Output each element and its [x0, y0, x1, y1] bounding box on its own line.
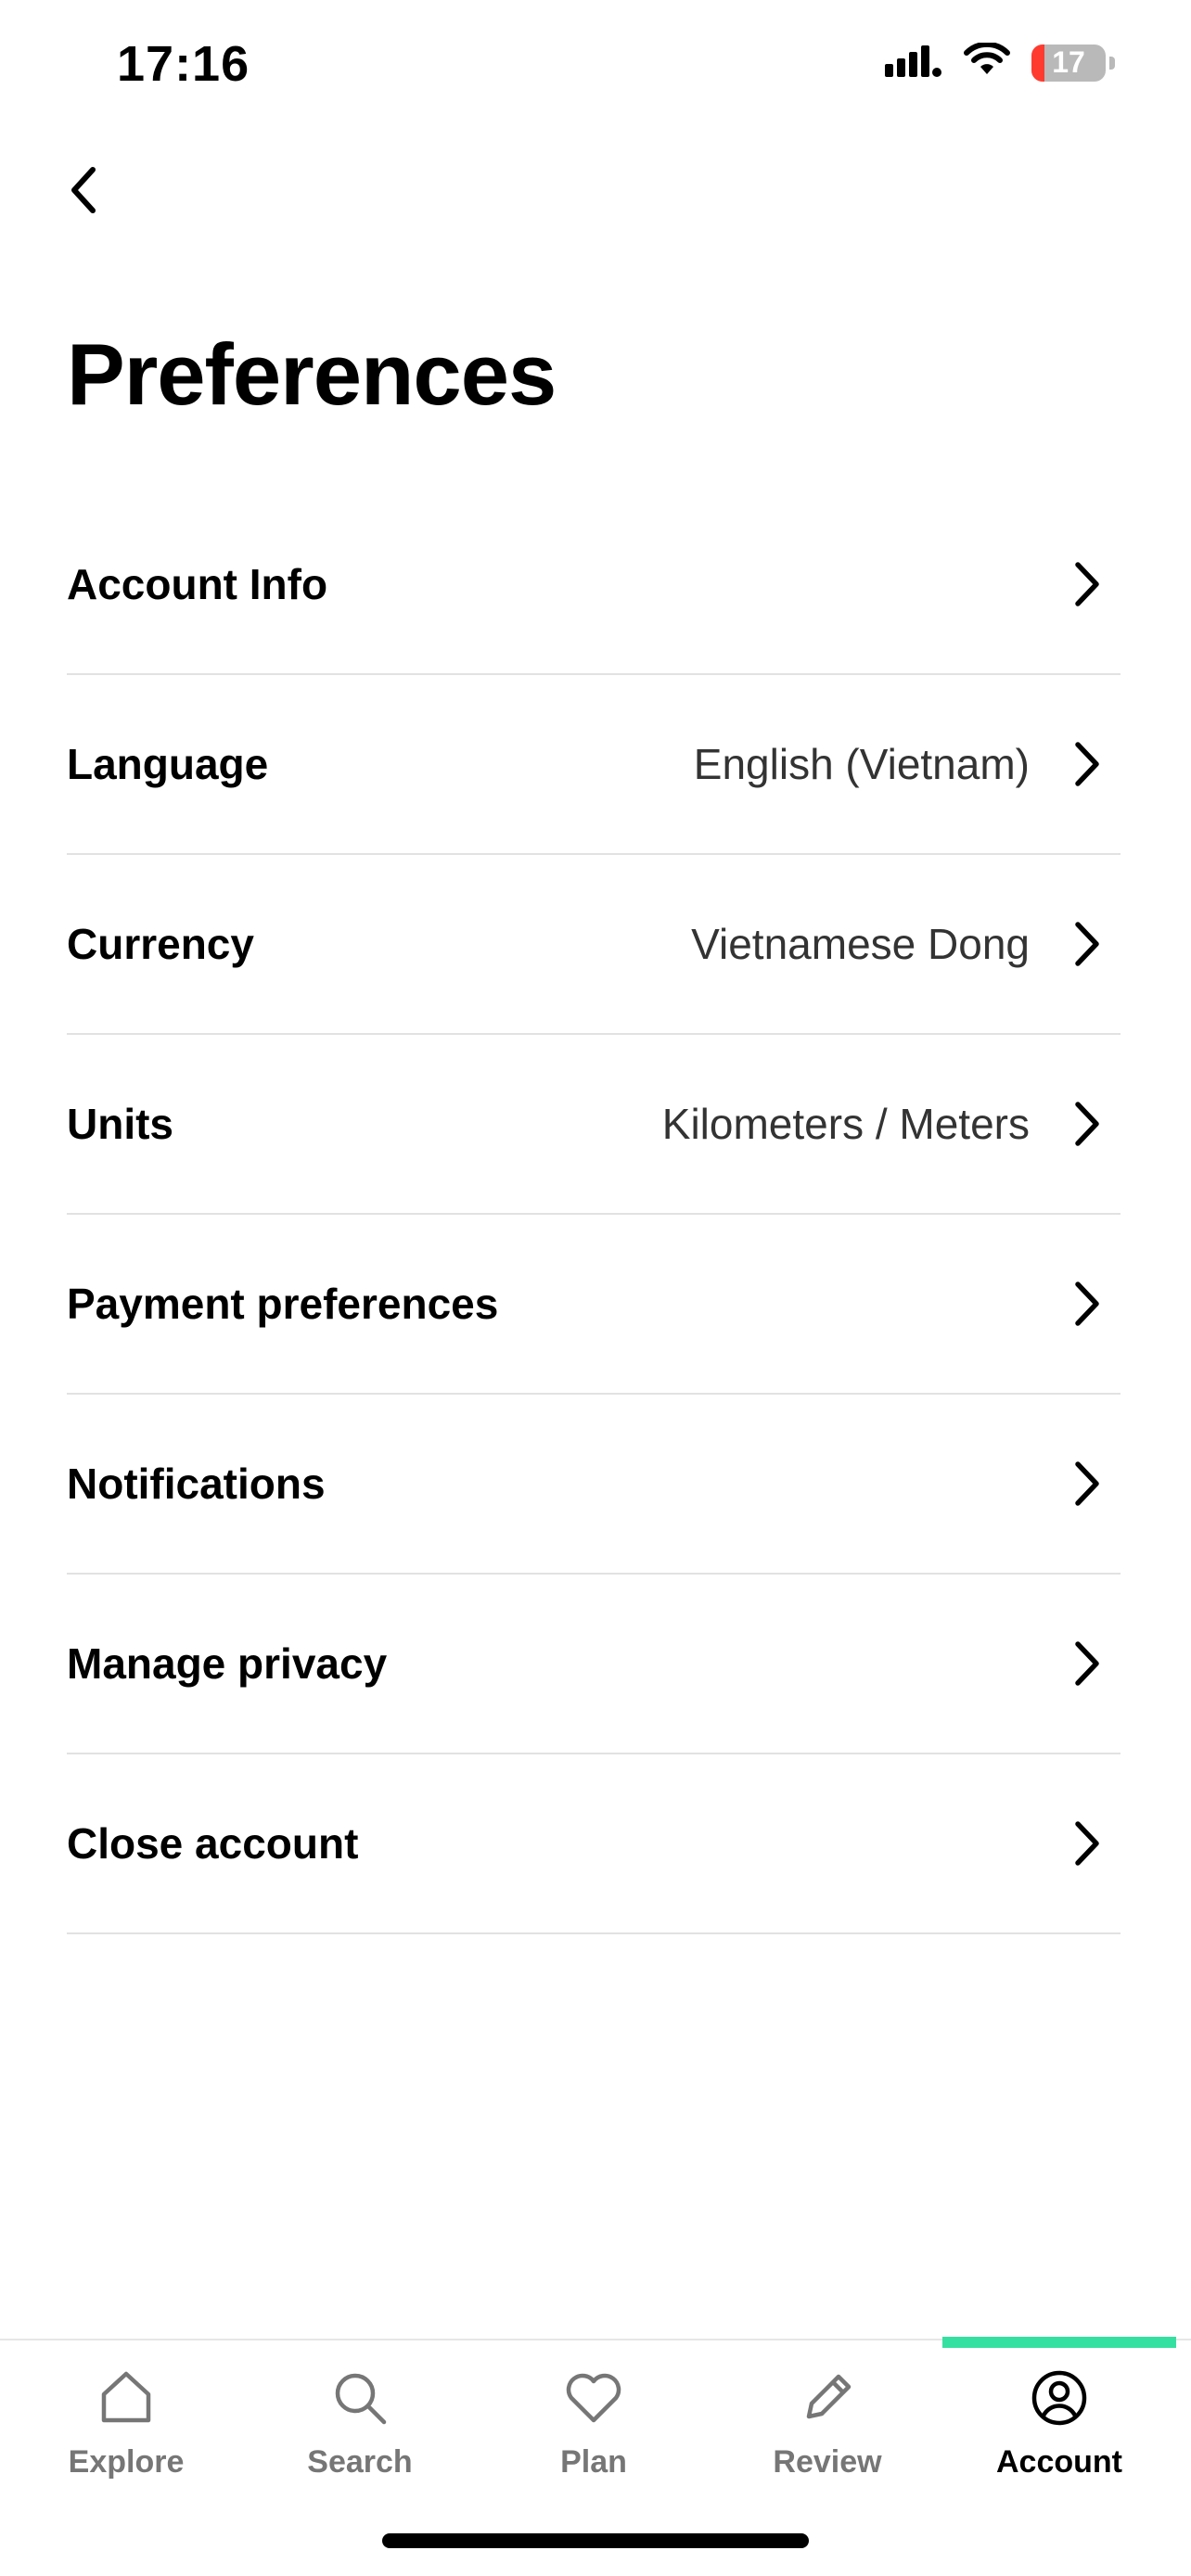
settings-row-account-info[interactable]: Account Info — [67, 495, 1121, 675]
home-indicator — [382, 2533, 809, 2548]
chevron-right-icon — [1069, 1458, 1106, 1510]
tab-label: Explore — [68, 2444, 185, 2480]
tab-explore[interactable]: Explore — [9, 2365, 243, 2504]
chevron-right-icon — [1069, 1098, 1106, 1150]
chevron-right-icon — [1069, 1278, 1106, 1330]
chevron-right-icon — [1069, 918, 1106, 970]
heart-icon — [560, 2365, 627, 2431]
tab-review[interactable]: Review — [711, 2365, 944, 2504]
status-icons: 17 — [885, 41, 1115, 83]
tab-search[interactable]: Search — [243, 2365, 477, 2504]
settings-row-label: Account Info — [67, 560, 328, 608]
pencil-icon — [794, 2365, 861, 2431]
settings-row-label: Units — [67, 1100, 173, 1148]
settings-row-label: Close account — [67, 1819, 359, 1868]
settings-row-label: Manage privacy — [67, 1639, 388, 1688]
battery-icon: 17 — [1031, 44, 1106, 82]
chevron-right-icon — [1069, 1817, 1106, 1869]
wifi-icon — [963, 41, 1011, 83]
chevron-right-icon — [1069, 738, 1106, 790]
settings-row-value: Kilometers / Meters — [661, 1100, 1030, 1148]
settings-row-language[interactable]: Language English (Vietnam) — [67, 675, 1121, 855]
cellular-signal-icon — [885, 44, 942, 82]
settings-row-label: Language — [67, 740, 269, 788]
settings-row-value: Vietnamese Dong — [691, 920, 1030, 968]
home-icon — [93, 2365, 160, 2431]
status-time: 17:16 — [117, 36, 250, 92]
active-tab-indicator — [942, 2337, 1176, 2348]
battery-fill — [1031, 44, 1044, 82]
battery-cap — [1109, 56, 1115, 70]
chevron-right-icon — [1069, 1638, 1106, 1690]
tab-account[interactable]: Account — [942, 2365, 1176, 2504]
settings-row-currency[interactable]: Currency Vietnamese Dong — [67, 855, 1121, 1035]
chevron-left-icon — [71, 167, 96, 213]
account-icon — [1026, 2365, 1093, 2431]
settings-row-notifications[interactable]: Notifications — [67, 1395, 1121, 1575]
tab-plan[interactable]: Plan — [477, 2365, 711, 2504]
page-title: Preferences — [67, 325, 557, 423]
settings-row-label: Notifications — [67, 1460, 326, 1508]
status-bar: 17:16 17 — [0, 0, 1191, 139]
battery-level: 17 — [1052, 45, 1085, 79]
settings-row-label: Currency — [67, 920, 254, 968]
tab-label: Account — [996, 2444, 1122, 2480]
settings-row-units[interactable]: Units Kilometers / Meters — [67, 1035, 1121, 1215]
tab-label: Plan — [560, 2444, 627, 2480]
tab-label: Search — [307, 2444, 413, 2480]
settings-row-manage-privacy[interactable]: Manage privacy — [67, 1575, 1121, 1754]
back-button[interactable] — [56, 158, 111, 223]
settings-list: Account Info Language English (Vietnam) Cur… — [67, 495, 1121, 1934]
settings-row-label: Payment preferences — [67, 1280, 499, 1328]
chevron-right-icon — [1069, 558, 1106, 610]
search-icon — [327, 2365, 393, 2431]
settings-row-payment-preferences[interactable]: Payment preferences — [67, 1215, 1121, 1395]
settings-row-value: English (Vietnam) — [693, 740, 1030, 788]
settings-row-close-account[interactable]: Close account — [67, 1754, 1121, 1934]
tab-label: Review — [773, 2444, 882, 2480]
